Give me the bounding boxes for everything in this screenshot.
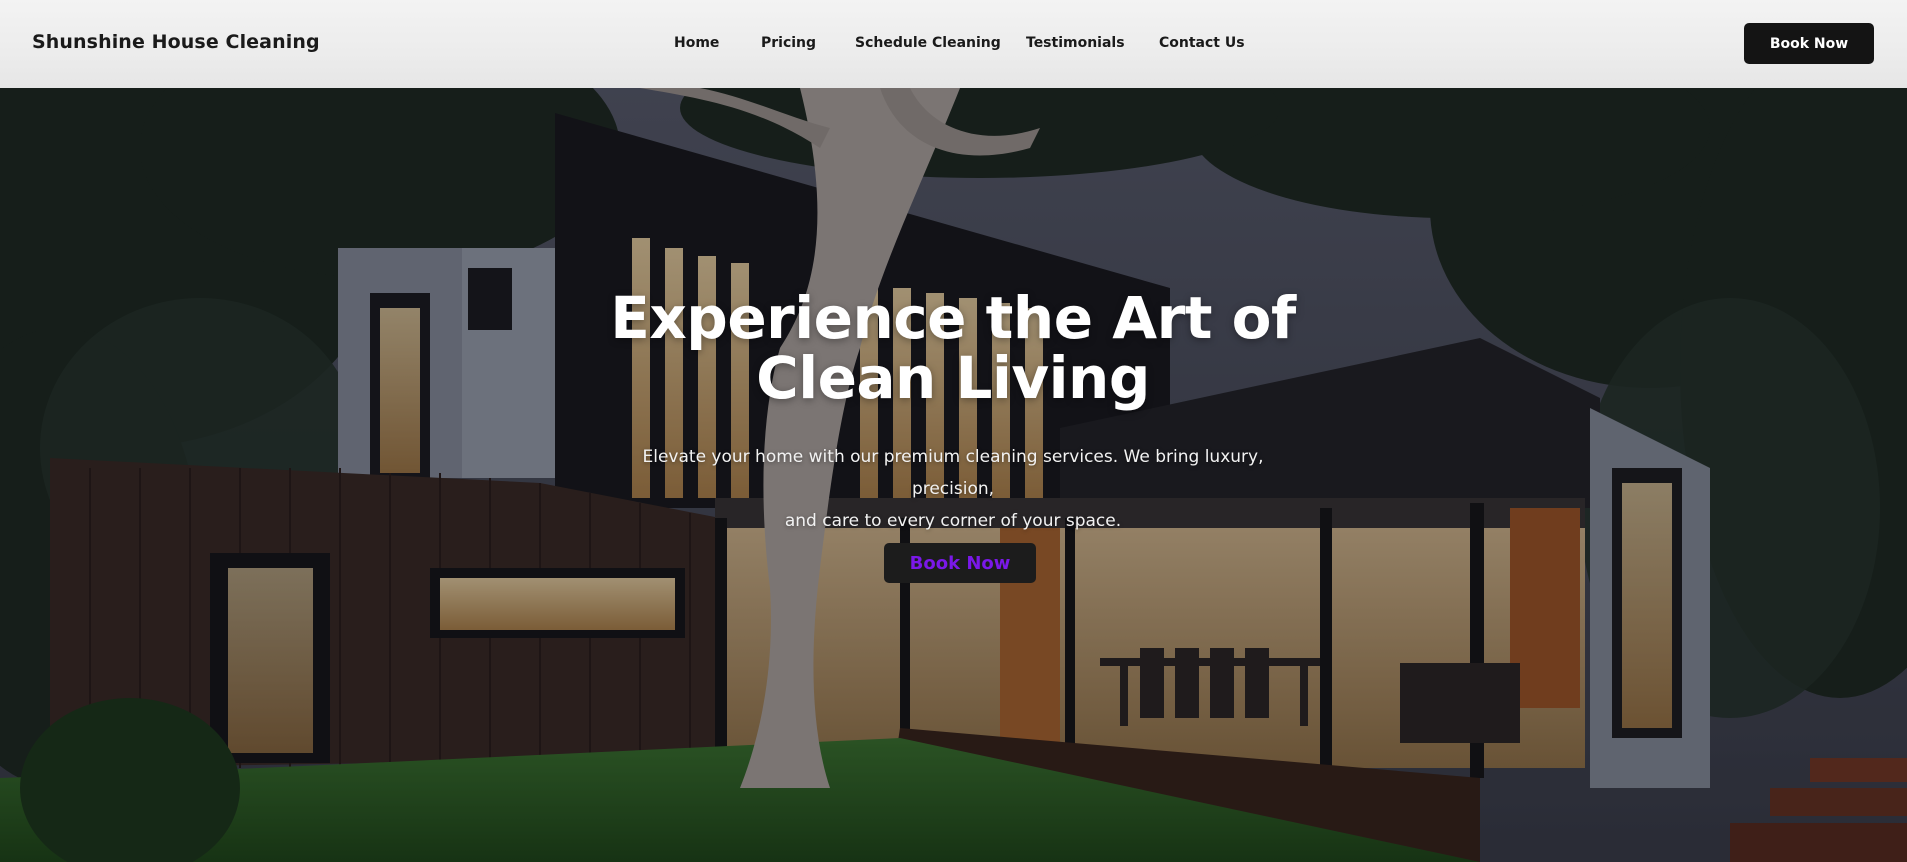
hero-subtitle: Elevate your home with our premium clean…	[603, 441, 1303, 537]
hero-subtitle-line-2: and care to every corner of your space.	[784, 511, 1122, 531]
nav-contact-us-link[interactable]: Contact Us	[1159, 35, 1245, 51]
hero-subtitle-line-1: Elevate your home with our premium clean…	[642, 447, 1264, 499]
nav-schedule-cleaning-link[interactable]: Schedule Cleaning	[855, 35, 1001, 51]
nav-pricing-link[interactable]: Pricing	[761, 35, 816, 51]
hero-section: Experience the Art of Clean Living Eleva…	[0, 88, 1907, 862]
header-book-now-button[interactable]: Book Now	[1744, 23, 1874, 64]
hero-title: Experience the Art of Clean Living	[553, 288, 1353, 408]
hero-title-line-2: Clean Living	[756, 344, 1150, 412]
hero-content: Experience the Art of Clean Living Eleva…	[0, 88, 1907, 862]
nav-testimonials-link[interactable]: Testimonials	[1026, 35, 1125, 51]
main-nav: Home Pricing Schedule Cleaning Testimoni…	[0, 0, 1907, 88]
site-header: Shunshine House Cleaning Home Pricing Sc…	[0, 0, 1907, 88]
page: Shunshine House Cleaning Home Pricing Sc…	[0, 0, 1907, 862]
hero-title-line-1: Experience the Art of	[610, 284, 1296, 352]
hero-book-now-button[interactable]: Book Now	[884, 543, 1036, 583]
nav-home-link[interactable]: Home	[674, 35, 719, 51]
